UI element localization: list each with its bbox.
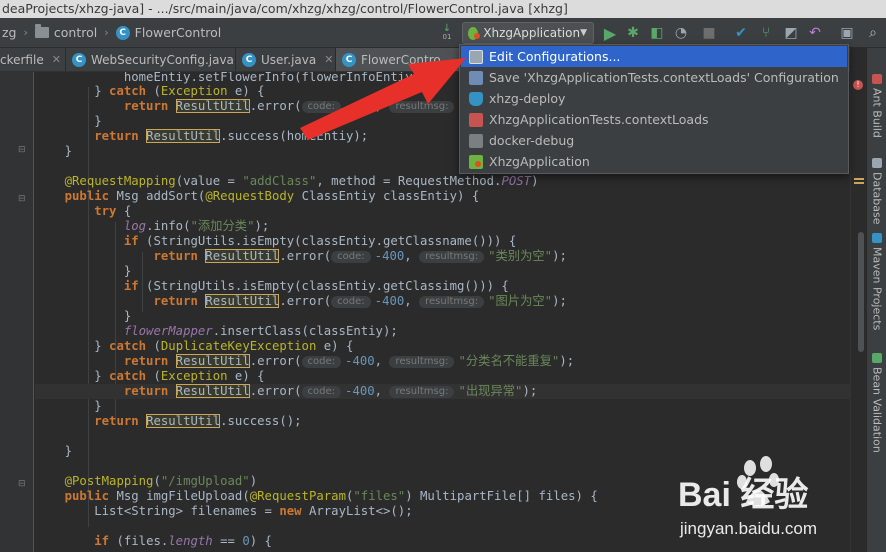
tool-window-ant-build[interactable]: Ant Build — [867, 74, 886, 170]
code-line: } — [35, 399, 102, 413]
run-icon[interactable]: ▶ — [601, 24, 619, 43]
run-configuration-label: XhzgApplication — [483, 26, 581, 40]
debug-icon[interactable]: ✱ — [624, 24, 642, 42]
code-line-current: return ResultUtil.error(code: -400, resul… — [35, 384, 850, 399]
bean-validation-icon — [872, 353, 882, 363]
code-line: public Msg addSort(@RequestBody ClassEnt… — [64, 189, 480, 203]
svg-text:Bai 经验: Bai 经验 — [678, 475, 808, 514]
warning-mark[interactable] — [854, 178, 864, 180]
breadcrumb-separator-icon: › — [23, 26, 28, 39]
code-line: return ResultUtil.error(code:-400, resul… — [153, 249, 567, 263]
build-project-icon[interactable]: ↓ 01 — [438, 24, 456, 42]
menu-item-save-configuration[interactable]: Save 'XhzgApplicationTests.contextLoads'… — [461, 67, 847, 88]
vcs-history-icon[interactable]: ◩ — [782, 24, 800, 42]
baidu-jingyan-watermark: Bai 经验 jingyan.baidu.com — [678, 456, 817, 538]
tab-label: WebSecurityConfig.java — [91, 52, 234, 67]
breadcrumb-item-class[interactable]: FlowerControl — [135, 25, 222, 40]
window-title: deaProjects/xhzg-java] - .../src/main/ja… — [0, 0, 886, 18]
project-structure-icon[interactable]: ▣ — [838, 24, 856, 42]
code-line: return ResultUtil.error(code:-400, resul… — [123, 354, 575, 368]
run-configuration-dropdown: Edit Configurations... Save 'XhzgApplica… — [459, 44, 849, 174]
error-indicator-icon[interactable]: ! — [853, 80, 863, 90]
menu-item-docker-debug[interactable]: docker-debug — [461, 130, 847, 151]
menu-item-label: Edit Configurations... — [489, 49, 621, 64]
class-icon: C — [72, 52, 86, 67]
tool-window-label: Maven Projects — [870, 247, 884, 331]
menu-item-label: docker-debug — [489, 133, 575, 148]
menu-item-edit-configurations[interactable]: Edit Configurations... — [461, 46, 847, 67]
spring-boot-icon — [469, 154, 483, 169]
menu-item-contextloads[interactable]: XhzgApplicationTests.contextLoads — [461, 109, 847, 130]
spring-boot-icon — [468, 26, 481, 40]
menu-item-xhzg-deploy[interactable]: xhzg-deploy — [461, 88, 847, 109]
svg-text:jingyan.baidu.com: jingyan.baidu.com — [679, 519, 817, 538]
breadcrumb-item-module[interactable]: zg — [2, 25, 17, 40]
menu-item-label: XhzgApplication — [489, 154, 590, 169]
search-icon[interactable]: ⌕ — [864, 24, 882, 42]
menu-item-label: XhzgApplicationTests.contextLoads — [489, 112, 709, 127]
menu-item-xhzgapplication[interactable]: XhzgApplication — [461, 151, 847, 172]
line-gutter[interactable]: ⊟ ⊟ ⊟ — [0, 72, 34, 552]
annotation-arrow — [300, 58, 466, 140]
tool-window-label: Bean Validation — [870, 367, 884, 453]
tab-dockerfile[interactable]: ckerfile ✕ — [0, 48, 66, 71]
coverage-icon[interactable]: ◧ — [648, 24, 666, 42]
fold-icon[interactable]: ⊟ — [18, 194, 26, 204]
run-configuration-selector[interactable]: XhzgApplication ▼ — [462, 22, 594, 44]
close-icon[interactable]: ✕ — [52, 53, 61, 66]
tab-websecurityconfig[interactable]: C WebSecurityConfig.java ✕ — [66, 48, 251, 71]
tool-window-label: Ant Build — [870, 88, 884, 138]
tab-label: ckerfile — [0, 52, 44, 67]
fold-icon[interactable]: ⊟ — [18, 145, 26, 155]
code-line: if (StringUtils.isEmpty(classEntiy.getCl… — [123, 279, 509, 293]
code-line: return ResultUtil.error(code:-400, resul… — [153, 294, 567, 308]
ant-icon — [872, 74, 882, 84]
stop-icon[interactable]: ■ — [700, 24, 718, 42]
code-line: } — [35, 309, 132, 323]
undo-icon[interactable]: ↶ — [806, 24, 824, 42]
breadcrumb-item-package[interactable]: control — [54, 25, 97, 40]
code-line: log.info("添加分类"); — [123, 219, 270, 233]
fold-icon[interactable]: ⊟ — [18, 479, 26, 489]
vcs-update-icon[interactable]: ✔ — [732, 24, 750, 42]
code-line: } catch (DuplicateKeyException e) { — [35, 339, 354, 353]
code-line: @RequestMapping(value = "addClass", meth… — [64, 174, 539, 188]
breadcrumb-separator-icon: › — [104, 26, 109, 39]
vertical-scrollbar[interactable] — [858, 232, 864, 352]
profile-icon[interactable]: ◔ — [672, 24, 690, 42]
code-line: flowerMapper.insertClass(classEntiy); — [123, 324, 398, 338]
tool-window-bean-validation[interactable]: Bean Validation — [867, 353, 886, 463]
code-line: } — [35, 264, 132, 278]
tool-window-maven-projects[interactable]: Maven Projects — [867, 233, 886, 343]
menu-item-label: xhzg-deploy — [489, 91, 566, 106]
code-line: if (StringUtils.isEmpty(classEntiy.getCl… — [123, 234, 517, 248]
code-line: } catch (Exception e) { — [35, 369, 265, 383]
tool-window-database[interactable]: Database — [867, 158, 886, 238]
chevron-down-icon: ▼ — [580, 28, 587, 38]
breadcrumb: zg › control › C FlowerControl — [0, 24, 222, 40]
folder-icon — [34, 24, 49, 38]
code-line: return ResultUtil.success(); — [94, 414, 302, 428]
database-icon — [872, 158, 882, 168]
warning-mark[interactable] — [854, 182, 864, 184]
class-icon: C — [115, 25, 130, 40]
maven-icon — [872, 233, 882, 243]
vcs-branch-icon[interactable]: ⑂ — [757, 24, 775, 42]
code-line: try { — [94, 204, 132, 218]
menu-item-label: Save 'XhzgApplicationTests.contextLoads'… — [489, 70, 839, 85]
class-icon: C — [242, 52, 256, 67]
tool-window-label: Database — [870, 172, 884, 225]
